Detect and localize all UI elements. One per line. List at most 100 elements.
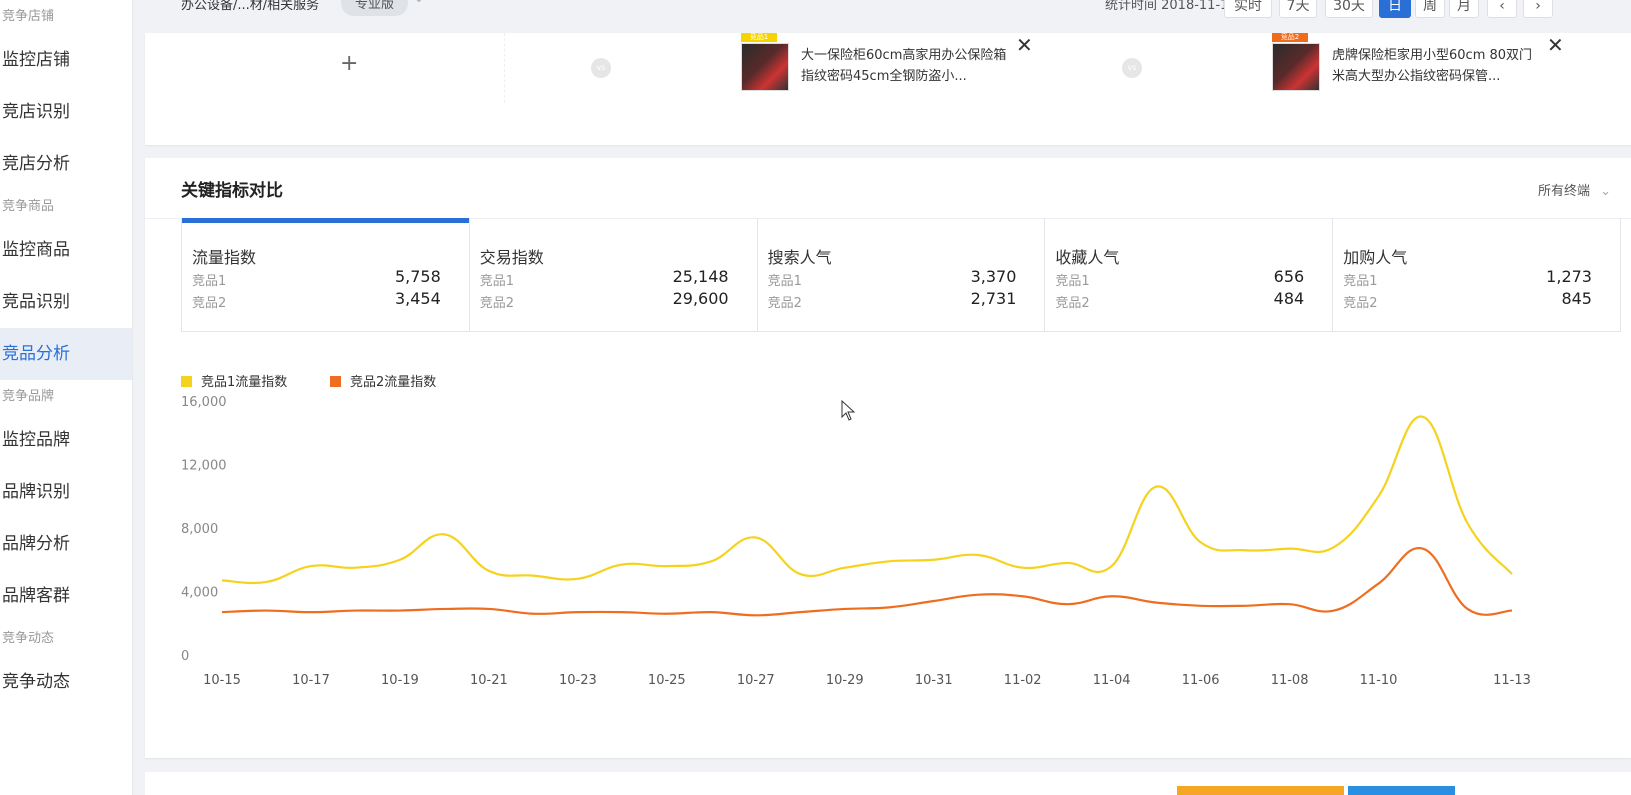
data-point[interactable] (486, 568, 492, 574)
data-point[interactable] (842, 565, 848, 571)
product-card-2[interactable]: 竞品2 虎牌保险柜家用小型60cm 80双门米高大型办公指纹密码保管... ✕ (1272, 33, 1564, 103)
data-point[interactable] (1287, 601, 1293, 607)
data-point[interactable] (1465, 606, 1471, 612)
sidebar-item[interactable]: 品牌识别 (0, 466, 132, 518)
metric-tab[interactable]: 流量指数 竞品1 5,758 竞品2 3,454 (182, 218, 470, 331)
data-point[interactable] (664, 611, 670, 617)
chevron-down-icon[interactable]: ⌄ (413, 0, 425, 6)
data-point[interactable] (308, 563, 314, 569)
data-point[interactable] (1109, 593, 1115, 599)
metric-tab[interactable]: 加购人气 竞品1 1,273 竞品2 845 (1333, 218, 1620, 331)
data-point[interactable] (1287, 546, 1293, 552)
data-point[interactable] (1420, 546, 1426, 552)
data-point[interactable] (797, 609, 803, 615)
data-point[interactable] (1020, 593, 1026, 599)
add-product-slot[interactable]: + (145, 33, 505, 103)
data-point[interactable] (263, 579, 269, 585)
data-point[interactable] (753, 612, 759, 618)
series-line-2[interactable] (221, 546, 1513, 617)
data-point[interactable] (753, 535, 759, 541)
data-point[interactable] (486, 606, 492, 612)
data-point[interactable] (1109, 563, 1115, 569)
period-button[interactable]: 月 (1449, 0, 1479, 18)
data-point[interactable] (352, 608, 358, 614)
sidebar-item[interactable]: 竞品识别 (0, 276, 132, 328)
data-point[interactable] (1020, 565, 1026, 571)
action-button[interactable] (1177, 786, 1344, 795)
series-line-1[interactable] (221, 415, 1513, 585)
data-point[interactable] (619, 562, 625, 568)
category-breadcrumb[interactable]: 办公设备/...材/相关服务 (181, 0, 319, 13)
sidebar-item[interactable]: 竞店识别 (0, 86, 132, 138)
data-point[interactable] (308, 609, 314, 615)
sidebar-item[interactable]: 监控品牌 (0, 414, 132, 466)
data-point[interactable] (975, 552, 981, 558)
sidebar-item[interactable]: 品牌分析 (0, 518, 132, 570)
chevron-left-icon[interactable]: ‹ (1487, 0, 1517, 18)
sidebar-item[interactable]: 竞店分析 (0, 138, 132, 190)
data-point[interactable] (1465, 520, 1471, 526)
data-point[interactable] (1509, 571, 1515, 577)
data-point[interactable] (619, 609, 625, 615)
product-card-1[interactable]: 竞品1 大一保险柜60cm高家用办公保险箱指纹密码45cm全钢防盗小... ✕ (741, 33, 1033, 103)
row-label: 竞品1 (767, 274, 802, 289)
data-point[interactable] (886, 558, 892, 564)
data-point[interactable] (1376, 493, 1382, 499)
data-point[interactable] (797, 571, 803, 577)
data-point[interactable] (1376, 581, 1382, 587)
period-button[interactable]: 日 (1379, 0, 1411, 18)
period-button[interactable]: 实时 (1224, 0, 1272, 18)
action-button[interactable] (1348, 786, 1455, 795)
data-point[interactable] (1242, 547, 1248, 553)
data-point[interactable] (1198, 603, 1204, 609)
data-point[interactable] (1331, 608, 1337, 614)
period-button[interactable]: 7天 (1279, 0, 1317, 18)
sidebar-item[interactable]: 竞品分析 (0, 328, 132, 380)
close-icon[interactable]: ✕ (1547, 35, 1564, 55)
data-point[interactable] (1153, 600, 1159, 606)
data-point[interactable] (931, 598, 937, 604)
data-point[interactable] (263, 608, 269, 614)
sidebar-item[interactable]: 品牌客群 (0, 570, 132, 622)
data-point[interactable] (1153, 484, 1159, 490)
data-point[interactable] (664, 563, 670, 569)
data-point[interactable] (397, 608, 403, 614)
data-point[interactable] (1064, 601, 1070, 607)
legend-item[interactable]: 竞品2流量指数 (330, 371, 436, 390)
data-point[interactable] (1198, 539, 1204, 545)
metric-tab[interactable]: 搜索人气 竞品1 3,370 竞品2 2,731 (758, 218, 1046, 331)
metric-tab[interactable]: 收藏人气 竞品1 656 竞品2 484 (1045, 218, 1334, 331)
terminal-filter[interactable]: 所有终端 ⌄ (1538, 180, 1611, 199)
data-point[interactable] (1331, 544, 1337, 550)
data-point[interactable] (530, 573, 536, 579)
add-icon[interactable]: + (340, 51, 358, 76)
data-point[interactable] (219, 577, 225, 583)
data-point[interactable] (1509, 608, 1515, 614)
period-button[interactable]: 周 (1415, 0, 1445, 18)
data-point[interactable] (1420, 414, 1426, 420)
chevron-right-icon[interactable]: › (1523, 0, 1553, 18)
data-point[interactable] (886, 604, 892, 610)
data-point[interactable] (352, 565, 358, 571)
data-point[interactable] (441, 531, 447, 537)
period-button[interactable]: 30天 (1325, 0, 1373, 18)
data-point[interactable] (530, 611, 536, 617)
sidebar-item[interactable]: 监控商品 (0, 224, 132, 276)
data-point[interactable] (708, 558, 714, 564)
sidebar-item[interactable]: 监控店铺 (0, 34, 132, 86)
data-point[interactable] (441, 606, 447, 612)
sidebar-item[interactable]: 竞争动态 (0, 656, 132, 708)
data-point[interactable] (1064, 560, 1070, 566)
data-point[interactable] (931, 557, 937, 563)
data-point[interactable] (842, 606, 848, 612)
legend-item[interactable]: 竞品1流量指数 (181, 371, 287, 390)
data-point[interactable] (975, 592, 981, 598)
data-point[interactable] (708, 609, 714, 615)
close-icon[interactable]: ✕ (1016, 35, 1033, 55)
data-point[interactable] (575, 576, 581, 582)
data-point[interactable] (219, 609, 225, 615)
data-point[interactable] (397, 557, 403, 563)
metric-tab[interactable]: 交易指数 竞品1 25,148 竞品2 29,600 (470, 218, 758, 331)
data-point[interactable] (575, 609, 581, 615)
data-point[interactable] (1242, 603, 1248, 609)
